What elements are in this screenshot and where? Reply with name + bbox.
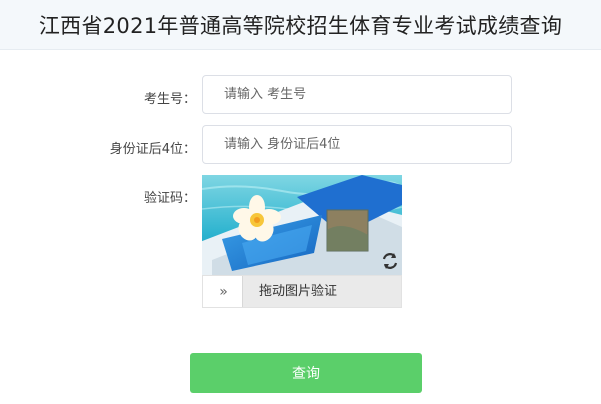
exam-number-input[interactable] <box>202 75 512 114</box>
captcha-label: 验证码： <box>143 191 196 206</box>
slider-hint: 拖动图片验证 <box>259 284 338 299</box>
query-button[interactable]: 查询 <box>190 353 422 393</box>
exam-number-label: 考生号： <box>143 92 196 107</box>
id-last4-label: 身份证后4位： <box>109 142 196 157</box>
page-header: 江西省2021年普通高等院校招生体育专业考试成绩查询 <box>0 0 601 50</box>
refresh-icon[interactable] <box>381 252 399 270</box>
page-title: 江西省2021年普通高等院校招生体育专业考试成绩查询 <box>38 13 563 38</box>
id-last4-input[interactable] <box>202 125 512 164</box>
double-chevron-right-icon: » <box>219 283 227 300</box>
captcha-image <box>202 175 402 275</box>
slider-handle[interactable]: » <box>203 276 243 307</box>
captcha-slider[interactable]: » 拖动图片验证 <box>202 275 402 308</box>
